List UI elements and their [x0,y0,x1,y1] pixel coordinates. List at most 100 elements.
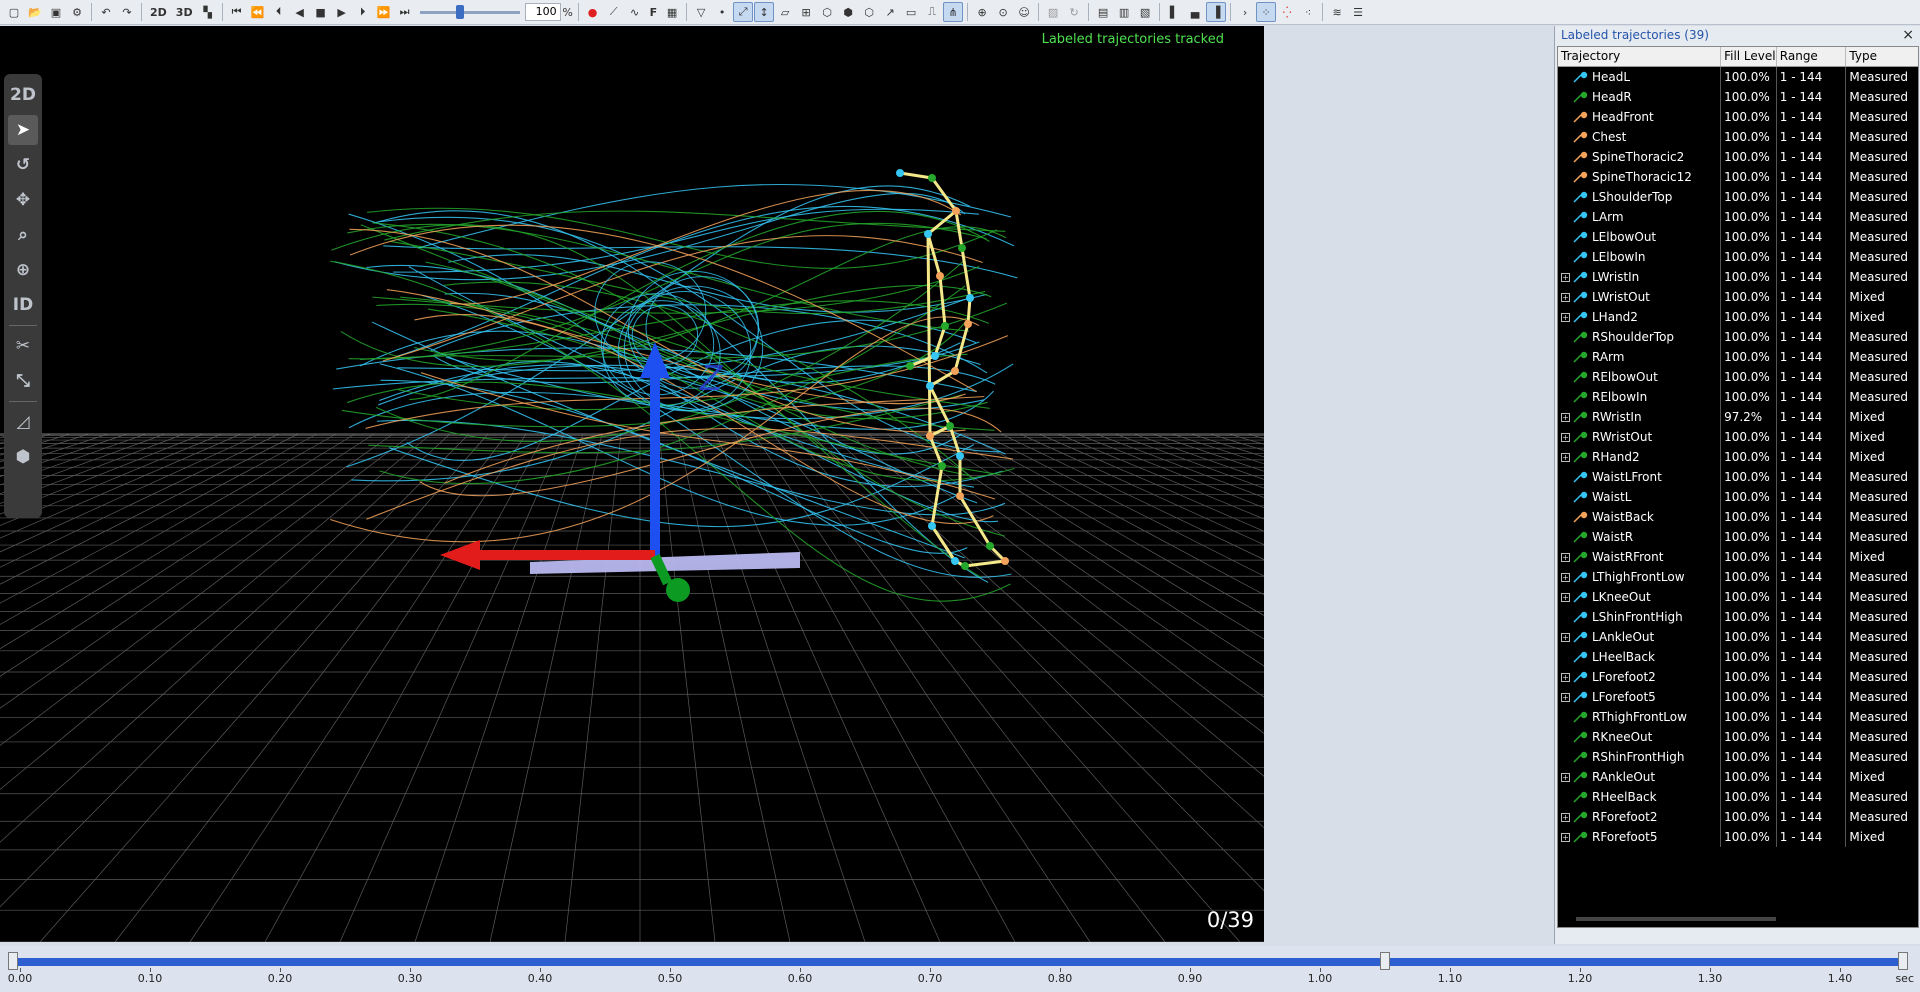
plot-icon[interactable]: ≋ [1327,2,1347,22]
skeleton-icon[interactable]: ⋔ [943,2,964,22]
center-icon[interactable]: ⊕ [8,255,38,285]
table-row[interactable]: + LKneeOut 100.0% 1 - 144 Measured [1558,587,1918,607]
expand-icon[interactable]: + [1561,292,1570,302]
table-row[interactable]: + RHand2 100.0% 1 - 144 Mixed [1558,447,1918,467]
column-header-trajectory[interactable]: Trajectory [1558,47,1722,66]
table-row[interactable]: RHeelBack 100.0% 1 - 144 Measured [1558,787,1918,807]
expand-icon[interactable]: + [1561,832,1570,842]
table-row[interactable]: WaistLFront 100.0% 1 - 144 Measured [1558,467,1918,487]
timeline-start-handle[interactable] [8,952,18,970]
filter-button[interactable]: F [646,2,662,22]
table-row[interactable]: Chest 100.0% 1 - 144 Measured [1558,127,1918,147]
expand-icon[interactable]: + [1561,412,1570,422]
stop-icon[interactable]: ■ [311,2,331,22]
axis-icon[interactable]: ↕ [754,2,775,22]
layout-1-icon[interactable]: ▤ [1093,2,1113,22]
expand-icon[interactable]: + [1561,272,1570,282]
panel-right-icon[interactable]: ▐ [1206,2,1227,22]
table-row[interactable]: SpineThoracic2 100.0% 1 - 144 Measured [1558,147,1918,167]
table-row[interactable]: RElbowIn 100.0% 1 - 144 Measured [1558,387,1918,407]
column-header-fill-level[interactable]: Fill Level [1721,47,1777,66]
table-row[interactable]: + RWristIn 97.2% 1 - 144 Mixed [1558,407,1918,427]
layout-2-icon[interactable]: ▥ [1114,2,1134,22]
refresh-icon[interactable]: ↻ [1064,2,1084,22]
image-icon[interactable]: ▨ [1043,2,1063,22]
table-row[interactable]: WaistBack 100.0% 1 - 144 Measured [1558,507,1918,527]
rewind-fast-icon[interactable]: ⏪ [248,2,268,22]
cut-icon[interactable]: ✂ [8,331,38,361]
step-forward-icon[interactable]: ⏵ [353,2,373,22]
zoom-icon[interactable]: ⌕ [8,220,38,250]
expand-icon[interactable]: + [1561,772,1570,782]
table-row[interactable]: + RForefoot5 100.0% 1 - 144 Mixed [1558,827,1918,847]
column-header-range[interactable]: Range [1777,47,1847,66]
filter-funnel-icon[interactable]: ▽ [691,2,711,22]
expand-icon[interactable]: + [1561,432,1570,442]
expand-icon[interactable]: + [1561,452,1570,462]
undo-icon[interactable]: ↶ [96,2,116,22]
table-row[interactable]: + LWristIn 100.0% 1 - 144 Measured [1558,267,1918,287]
cube-icon[interactable]: ⬢ [8,442,38,472]
timeline-track[interactable] [12,958,1904,966]
redo-icon[interactable]: ↷ [117,2,137,22]
table-row[interactable]: HeadR 100.0% 1 - 144 Measured [1558,87,1918,107]
identify-icon[interactable]: ID [8,290,38,320]
2d-mode-icon[interactable]: 2D [8,80,38,110]
forward-fast-icon[interactable]: ⏩ [374,2,394,22]
table-row[interactable]: LElbowOut 100.0% 1 - 144 Measured [1558,227,1918,247]
grid-icon[interactable]: ⊞ [796,2,816,22]
panel-bottom-icon[interactable]: ▄ [1185,2,1205,22]
table-row[interactable]: HeadL 100.0% 1 - 144 Measured [1558,67,1918,87]
timeline-current-handle[interactable] [1380,952,1390,970]
table-row[interactable]: + LForefoot2 100.0% 1 - 144 Measured [1558,667,1918,687]
column-header-type[interactable]: Type [1846,47,1918,66]
table-row[interactable]: RThighFrontLow 100.0% 1 - 144 Measured [1558,707,1918,727]
force-plate-icon[interactable]: ⎍ [922,2,942,22]
view-2d-button[interactable]: 2D [146,2,171,22]
play-reverse-icon[interactable]: ◀ [290,2,310,22]
label-marker-icon[interactable]: • [712,2,732,22]
expand-icon[interactable]: + [1561,632,1570,642]
view-3d-button[interactable]: 3D [172,2,197,22]
volume-icon[interactable]: ⬡ [817,2,837,22]
table-row[interactable]: + LThighFrontLow 100.0% 1 - 144 Measured [1558,567,1918,587]
cube-orange-icon[interactable]: ⬢ [838,2,858,22]
expand-icon[interactable]: + [1561,672,1570,682]
expand-icon[interactable]: + [1561,552,1570,562]
expand-icon[interactable]: + [1561,572,1570,582]
settings-icon[interactable]: ⚙ [67,2,87,22]
table-row[interactable]: RShinFrontHigh 100.0% 1 - 144 Measured [1558,747,1918,767]
table-row[interactable]: RKneeOut 100.0% 1 - 144 Measured [1558,727,1918,747]
table-icon[interactable]: ▦ [662,2,682,22]
table-row[interactable]: + LForefoot5 100.0% 1 - 144 Measured [1558,687,1918,707]
center-view-icon[interactable]: ⊕ [972,2,992,22]
table-row[interactable]: LElbowIn 100.0% 1 - 144 Measured [1558,247,1918,267]
new-file-icon[interactable]: ▢ [4,2,24,22]
horizontal-scrollbar[interactable] [1576,917,1776,921]
playback-speed-input[interactable]: 100 [524,3,561,21]
cube-outline-icon[interactable]: ⬡ [859,2,879,22]
table-row[interactable]: + RForefoot2 100.0% 1 - 144 Measured [1558,807,1918,827]
plane-icon[interactable]: ◿ [8,407,38,437]
trajectory-mode-icon[interactable]: ⁘ [1256,2,1277,22]
record-icon[interactable]: ● [583,2,603,22]
table-row[interactable]: RArm 100.0% 1 - 144 Measured [1558,347,1918,367]
3d-viewport[interactable]: Z Labeled trajectories tracked 0/39 2D ➤ ↺… [0,26,1264,942]
save-icon[interactable]: ▣ [46,2,66,22]
open-file-icon[interactable]: 📂 [25,2,45,22]
play-icon[interactable]: ▶ [332,2,352,22]
table-row[interactable]: SpineThoracic12 100.0% 1 - 144 Measured [1558,167,1918,187]
translate-icon[interactable]: ✥ [8,185,38,215]
arrow-right-icon[interactable]: › [1235,2,1255,22]
marker-record-icon[interactable]: ⁛ [1277,2,1297,22]
expand-icon[interactable]: + [1561,312,1570,322]
bone-icon[interactable]: ⤡ [8,366,38,396]
table-row[interactable]: LArm 100.0% 1 - 144 Measured [1558,207,1918,227]
table-row[interactable]: LShinFrontHigh 100.0% 1 - 144 Measured [1558,607,1918,627]
table-row[interactable]: RElbowOut 100.0% 1 - 144 Measured [1558,367,1918,387]
table-row[interactable]: LShoulderTop 100.0% 1 - 144 Measured [1558,187,1918,207]
table-row[interactable]: WaistR 100.0% 1 - 144 Measured [1558,527,1918,547]
table-row[interactable]: RShoulderTop 100.0% 1 - 144 Measured [1558,327,1918,347]
table-row[interactable]: WaistL 100.0% 1 - 144 Measured [1558,487,1918,507]
gap-fill-icon[interactable]: ⟋ [604,2,624,22]
